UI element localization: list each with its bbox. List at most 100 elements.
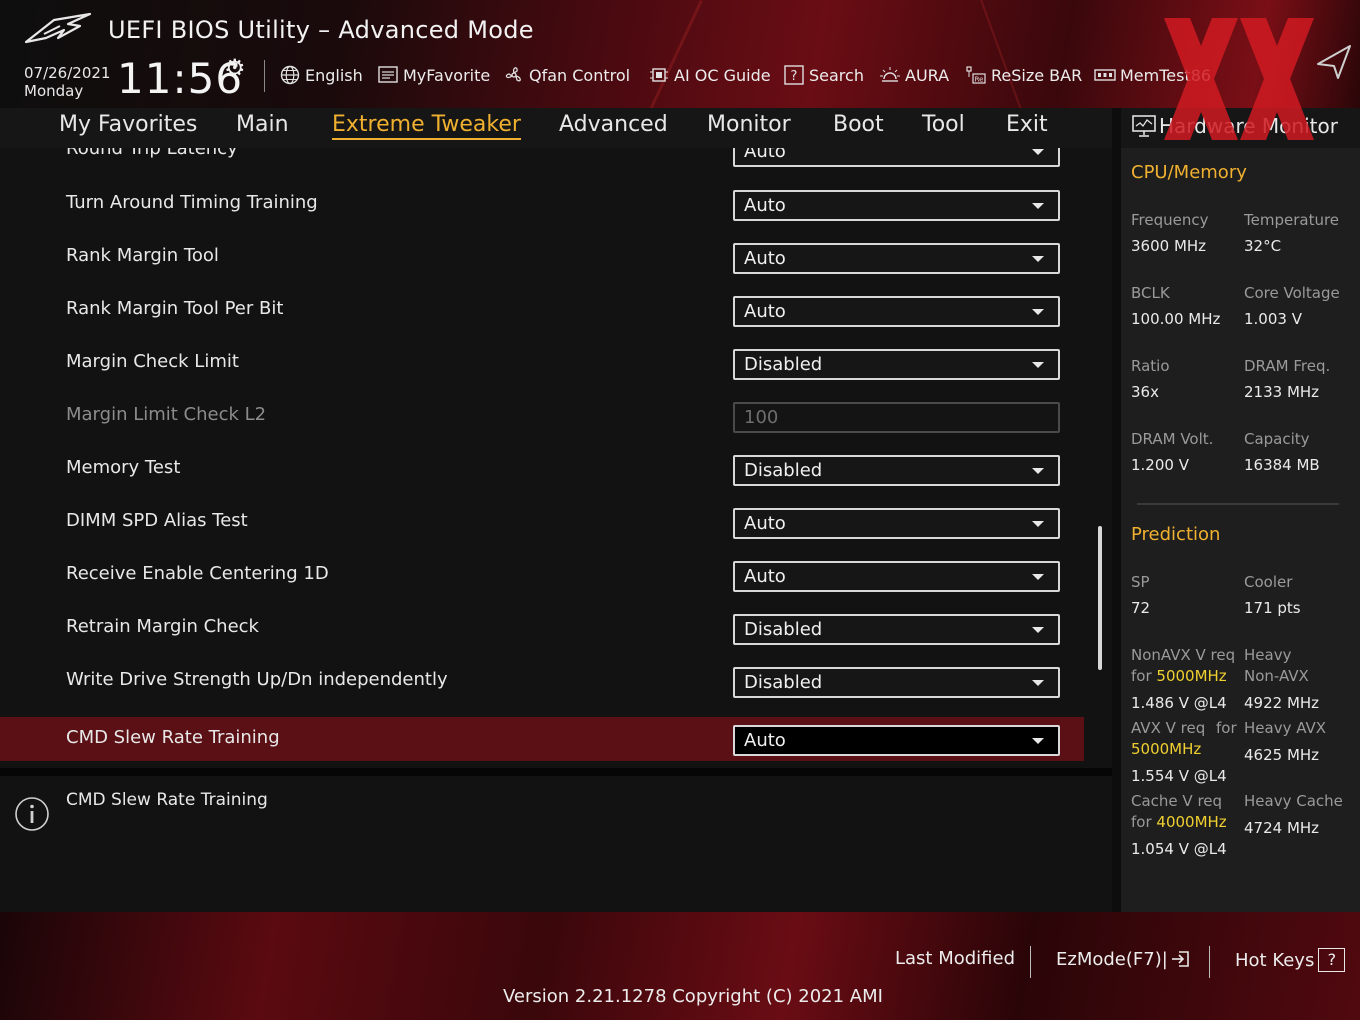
dropdown-value: Auto [744,148,786,162]
setting-label: CMD Slew Rate Training [66,727,280,748]
nonavx-voltage-value: 1.486 V @L4 [1131,694,1227,712]
ratio-value: 36x [1131,383,1159,401]
setting-label: Rank Margin Tool [66,245,219,266]
ezmode-label: EzMode(F7)| [1056,948,1168,970]
footer-separator [1030,946,1031,978]
chevron-down-icon [1032,468,1044,474]
setting-row-margin-limit-check-l2: Margin Limit Check L2 100 [0,394,1084,438]
hardware-monitor-title: Hardware Monitor [1159,114,1338,138]
hot-keys-button[interactable]: Hot Keys ? [1235,948,1346,972]
main-menu-bar: My Favorites Main Extreme Tweaker Advanc… [0,108,1112,148]
footer-separator [1209,946,1210,978]
cooler-label: Cooler [1244,573,1293,591]
tab-exit[interactable]: Exit [1006,112,1048,137]
setting-dropdown[interactable]: Auto [733,190,1060,221]
setting-row-rank-margin-tool[interactable]: Rank Margin Tool Auto [0,235,1084,279]
dram-freq-value: 2133 MHz [1244,383,1320,401]
myfavorite-button[interactable]: MyFavorite [377,62,490,88]
setting-row-margin-check-limit[interactable]: Margin Check Limit Disabled [0,341,1084,385]
tab-advanced[interactable]: Advanced [559,112,668,137]
core-voltage-label: Core Voltage [1244,284,1340,302]
favorite-list-icon [377,65,399,85]
resize-bar-label: ReSize BAR [991,65,1083,85]
setting-label: Receive Enable Centering 1D [66,563,329,584]
setting-row-cmd-slew-rate-training[interactable]: CMD Slew Rate Training Auto [0,717,1084,761]
heavy-cache-label: Heavy Cache [1244,792,1343,810]
last-modified-button[interactable]: Last Modified [895,948,1015,969]
setting-label: Margin Check Limit [66,351,239,372]
setting-label: Margin Limit Check L2 [66,404,267,425]
for-word: for [1131,813,1152,831]
temperature-value: 32°C [1244,237,1282,255]
dropdown-value: Disabled [744,460,823,481]
svg-text:?: ? [791,69,798,84]
setting-row-memory-test[interactable]: Memory Test Disabled [0,447,1084,491]
header-bar: UEFI BIOS Utility – Advanced Mode 07/26/… [0,0,1360,108]
setting-row-turn-around-timing-training[interactable]: Turn Around Timing Training Auto [0,182,1084,226]
setting-dropdown[interactable]: Auto [733,148,1060,167]
ezmode-button[interactable]: EzMode(F7)| [1056,948,1192,970]
setting-row-rank-margin-tool-per-bit[interactable]: Rank Margin Tool Per Bit Auto [0,288,1084,332]
nonavx-vreq-label: NonAVX V req [1131,646,1236,664]
tab-monitor[interactable]: Monitor [707,112,791,137]
frequency-label: Frequency [1131,211,1209,229]
setting-dropdown[interactable]: Auto [733,725,1060,756]
setting-label: Memory Test [66,457,181,478]
memory-icon [1094,65,1116,85]
setting-dropdown[interactable]: Disabled [733,667,1060,698]
chevron-down-icon [1032,738,1044,744]
qfan-control-button[interactable]: Qfan Control [503,62,630,88]
cache-vreq-label: Cache V req [1131,792,1223,810]
info-icon [15,797,49,831]
setting-dropdown[interactable]: Auto [733,243,1060,274]
date-display: 07/26/2021 [24,64,111,82]
help-key-icon: ? [1318,948,1346,972]
cursor-arrow-icon [1317,45,1351,79]
setting-label: Rank Margin Tool Per Bit [66,298,284,319]
header-separator [264,60,265,92]
cache-target-frequency: 4000MHz [1156,813,1227,831]
heavy-avx-value: 4625 MHz [1244,746,1320,764]
language-button[interactable]: English [279,62,363,88]
help-description: CMD Slew Rate Training [66,790,268,810]
tab-main[interactable]: Main [236,112,289,137]
setting-dropdown[interactable]: Auto [733,561,1060,592]
setting-row[interactable]: Round Trip Latency Auto [0,148,1084,172]
clock-settings-gear-icon[interactable]: ⚙ [224,54,246,82]
aura-button[interactable]: AURA [879,62,949,88]
setting-row-dimm-spd-alias-test[interactable]: DIMM SPD Alias Test Auto [0,500,1084,544]
setting-label: Turn Around Timing Training [66,192,318,213]
aura-light-icon [879,65,901,85]
sp-value: 72 [1131,599,1151,617]
dropdown-value: Auto [744,566,786,587]
setting-dropdown[interactable]: Disabled [733,455,1060,486]
setting-label: Round Trip Latency [66,148,238,159]
dropdown-value: Auto [744,248,786,269]
tab-boot[interactable]: Boot [833,112,884,137]
resize-bar-button[interactable]: Re ReSize BAR [965,62,1082,88]
setting-row-receive-enable-centering-1d[interactable]: Receive Enable Centering 1D Auto [0,553,1084,597]
tab-tool[interactable]: Tool [922,112,965,137]
tab-extreme-tweaker[interactable]: Extreme Tweaker [332,112,521,140]
search-button[interactable]: ? Search [783,62,864,88]
bclk-label: BCLK [1131,284,1170,302]
dropdown-value: Auto [744,513,786,534]
for-word: for [1131,667,1152,685]
avx-for-word: for [1216,719,1237,737]
settings-scrollbar[interactable] [1098,526,1102,670]
memtest86-button[interactable]: MemTest86 [1094,62,1211,88]
chevron-down-icon [1032,627,1044,633]
setting-dropdown[interactable]: Disabled [733,614,1060,645]
setting-number-input: 100 [733,402,1060,433]
chevron-down-icon [1032,521,1044,527]
setting-label: Retrain Margin Check [66,616,259,637]
version-text: Version 2.21.1278 Copyright (C) 2021 AMI [503,986,883,1007]
setting-row-write-drive-strength[interactable]: Write Drive Strength Up/Dn independently… [0,659,1084,703]
ai-oc-guide-button[interactable]: AI OC Guide [648,62,771,88]
setting-row-retrain-margin-check[interactable]: Retrain Margin Check Disabled [0,606,1084,650]
setting-dropdown[interactable]: Auto [733,296,1060,327]
exit-to-ezmode-icon [1171,951,1189,967]
tab-my-favorites[interactable]: My Favorites [59,112,197,137]
setting-dropdown[interactable]: Auto [733,508,1060,539]
setting-dropdown[interactable]: Disabled [733,349,1060,380]
